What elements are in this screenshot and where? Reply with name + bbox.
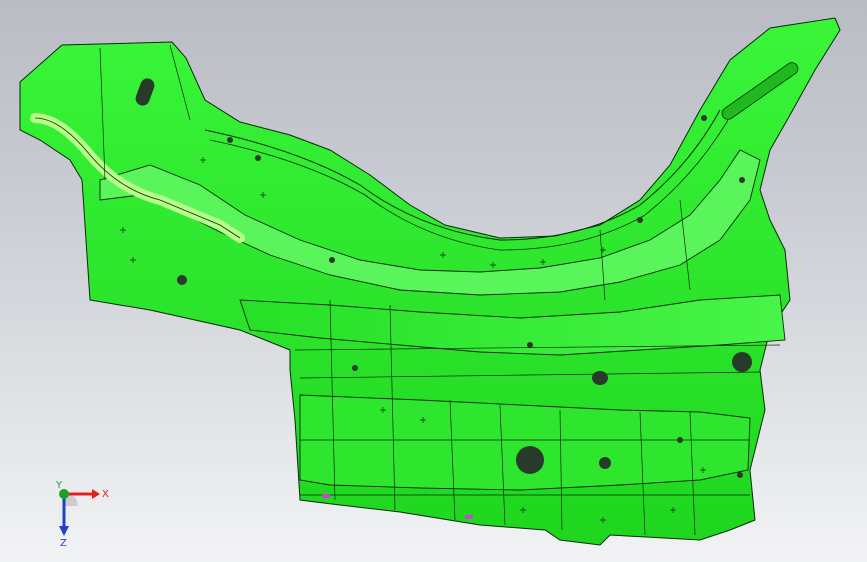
x-axis-label: X: [102, 489, 109, 500]
z-axis-label: Z: [60, 538, 67, 548]
x-axis-arrow: [92, 489, 100, 499]
y-axis-label: Y: [55, 480, 63, 491]
z-axis-arrow: [59, 526, 69, 536]
coordinate-triad: X Y Z: [55, 480, 109, 548]
graphics-viewport[interactable]: X Y Z: [0, 0, 867, 562]
sheet-metal-part-model[interactable]: [0, 0, 867, 562]
